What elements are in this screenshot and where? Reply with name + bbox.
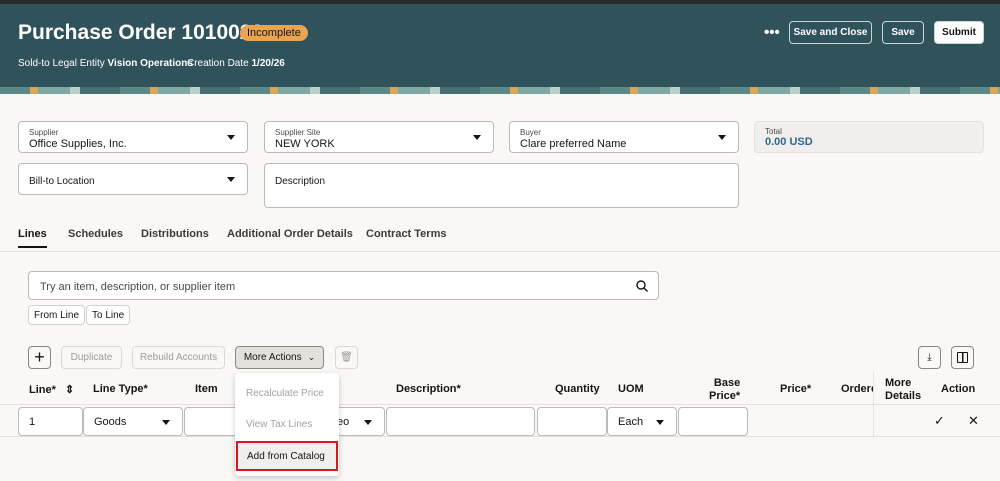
col-action: Action [941, 383, 976, 395]
more-actions-button[interactable]: More Actions ⌄ [235, 346, 324, 369]
from-line-chip[interactable]: From Line [28, 305, 86, 325]
more-actions-label: More Actions [243, 352, 302, 363]
chevron-down-icon: ⌄ [307, 352, 316, 362]
menu-item-add-from-catalog[interactable]: Add from Catalog [236, 441, 338, 471]
total-value: 0.00 USD [765, 136, 813, 148]
supplier-select[interactable]: Supplier Office Supplies, Inc. [18, 121, 248, 153]
menu-item-view-tax-lines[interactable]: View Tax Lines [246, 419, 312, 430]
line-number-value: 1 [29, 416, 36, 428]
col-description: Description* [396, 383, 461, 395]
supplier-site-select[interactable]: Supplier Site NEW YORK [264, 121, 494, 153]
columns-icon [957, 352, 968, 363]
download-icon: ⤓ [927, 352, 932, 363]
col-more-details-l2: Details [885, 390, 922, 402]
sold-to-info: Sold-to Legal Entity Vision Operations [18, 58, 193, 69]
search-placeholder: Try an item, description, or supplier it… [40, 281, 236, 293]
trash-icon: 🗑 [340, 352, 353, 363]
col-base-price-l2: Price* [709, 390, 741, 402]
col-item: Item [195, 383, 218, 395]
caret-down-icon [227, 177, 235, 182]
rebuild-accounts-button[interactable]: Rebuild Accounts [132, 346, 225, 369]
col-base-price-l1: Base [713, 377, 741, 389]
caret-down-icon [364, 420, 372, 425]
save-button[interactable]: Save [882, 21, 924, 44]
col-base-price: Base Price* [709, 377, 740, 403]
tab-contract-terms[interactable]: Contract Terms [366, 228, 446, 240]
submit-button[interactable]: Submit [934, 21, 984, 44]
tab-bar: Lines Schedules Distributions Additional… [0, 228, 1000, 252]
caret-down-icon [656, 420, 664, 425]
decorative-banner [0, 87, 1000, 94]
tab-schedules[interactable]: Schedules [68, 228, 123, 240]
col-more-details: More Details [885, 377, 921, 403]
caret-down-icon [227, 135, 235, 140]
col-quantity: Quantity [555, 383, 600, 395]
tab-additional-order-details[interactable]: Additional Order Details [227, 228, 353, 240]
col-line-type: Line Type* [93, 383, 148, 395]
check-icon[interactable]: ✓ [934, 413, 945, 429]
description-label: Description [275, 176, 326, 187]
base-price-input[interactable] [678, 407, 748, 436]
buyer-select[interactable]: Buyer Clare preferred Name [509, 121, 739, 153]
col-ordered: Ordere [841, 383, 873, 395]
total-label: Total [765, 127, 782, 136]
page-title: Purchase Order 1010022 [18, 21, 264, 44]
divider [873, 372, 874, 436]
bill-to-label: Bill-to Location [29, 176, 95, 187]
uom-select[interactable]: Each [607, 407, 677, 436]
delete-button[interactable]: 🗑 [335, 346, 358, 369]
close-icon[interactable]: ✕ [968, 413, 979, 429]
description-cell-input[interactable] [386, 407, 535, 436]
caret-down-icon [718, 135, 726, 140]
menu-item-recalculate-price[interactable]: Recalculate Price [246, 388, 324, 399]
col-price: Price* [780, 383, 812, 395]
caret-down-icon [162, 420, 170, 425]
supplier-site-value: NEW YORK [275, 138, 335, 150]
buyer-value: Clare preferred Name [520, 138, 627, 150]
line-type-select[interactable]: Goods [83, 407, 183, 436]
total-display: Total 0.00 USD [754, 121, 984, 153]
duplicate-button[interactable]: Duplicate [61, 346, 122, 369]
save-and-close-button[interactable]: Save and Close [789, 21, 872, 44]
search-icon[interactable] [636, 280, 648, 292]
to-line-chip[interactable]: To Line [86, 305, 131, 325]
tab-distributions[interactable]: Distributions [141, 228, 209, 240]
sort-icon[interactable]: ⇕ [65, 384, 74, 396]
line-type-value: Goods [94, 416, 127, 428]
status-badge: Incomplete [240, 25, 308, 41]
caret-down-icon [473, 135, 481, 140]
col-uom: UOM [618, 383, 644, 395]
creation-date-info: Creation Date 1/20/26 [187, 58, 285, 69]
supplier-label: Supplier [29, 128, 59, 137]
line-number-input[interactable]: 1 [18, 407, 83, 436]
col-line-label: Line* [29, 384, 56, 396]
line-search-input[interactable]: Try an item, description, or supplier it… [28, 271, 659, 300]
buyer-label: Buyer [520, 128, 541, 137]
more-actions-menu: Recalculate Price View Tax Lines Add fro… [235, 373, 339, 476]
supplier-site-label: Supplier Site [275, 128, 321, 137]
add-line-button[interactable]: + [28, 346, 51, 369]
page-header: Purchase Order 1010022 Incomplete Sold-t… [0, 4, 1000, 87]
export-button[interactable]: ⤓ [918, 346, 941, 369]
divider [0, 436, 1000, 437]
bill-to-location-select[interactable]: Bill-to Location [18, 163, 248, 195]
col-more-details-l1: More [885, 377, 912, 389]
more-options-button[interactable]: ••• [764, 24, 780, 41]
supplier-value: Office Supplies, Inc. [29, 138, 127, 150]
divider [0, 404, 1000, 405]
uom-value: Each [618, 416, 644, 428]
col-line[interactable]: Line* ⇕ [29, 383, 74, 396]
quantity-input[interactable] [537, 407, 607, 436]
tab-lines[interactable]: Lines [18, 228, 47, 248]
columns-button[interactable] [951, 346, 974, 369]
description-input[interactable]: Description [264, 163, 739, 208]
